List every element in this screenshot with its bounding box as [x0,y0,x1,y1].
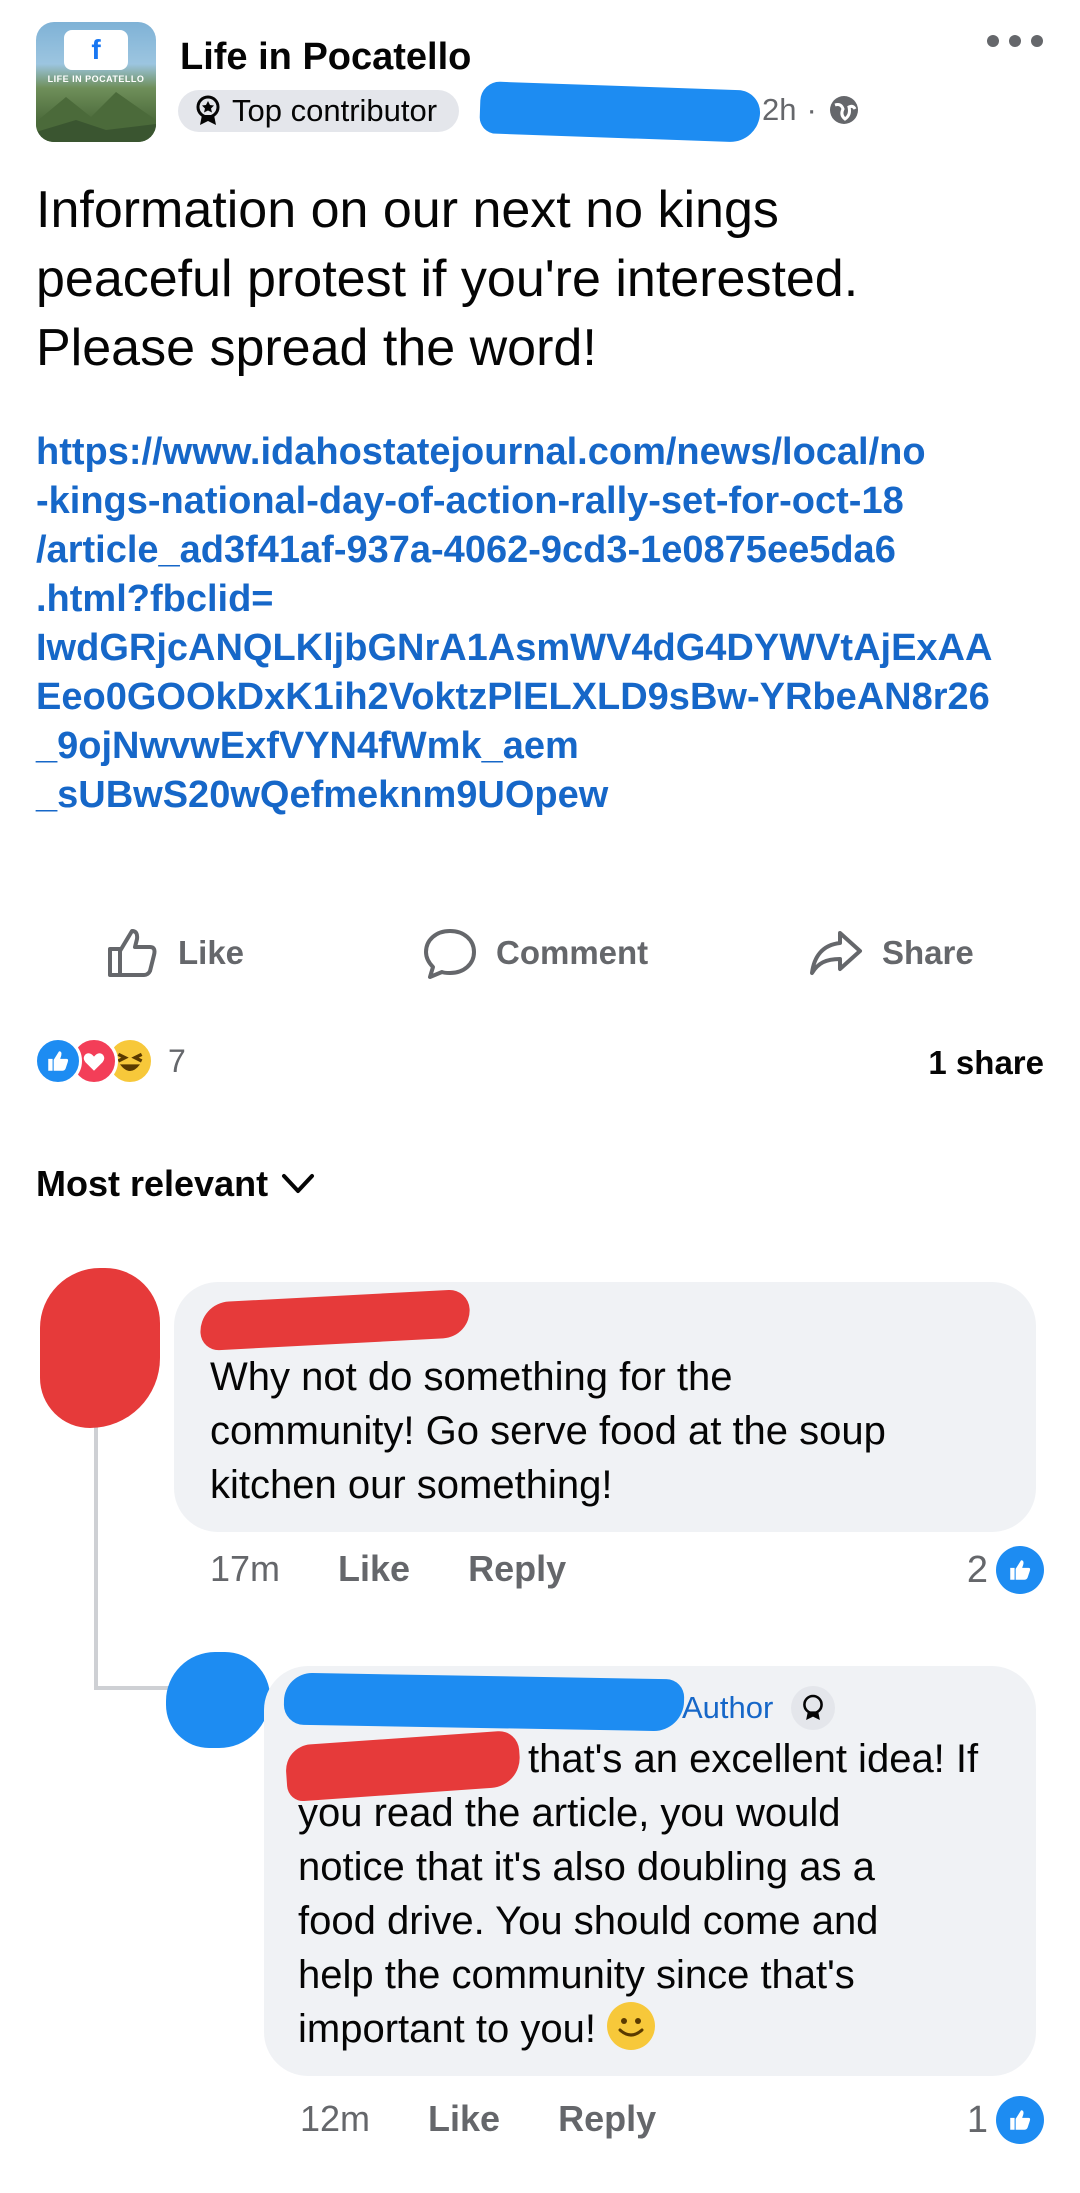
sort-label: Most relevant [36,1163,269,1204]
facebook-logo-icon: f [64,30,128,70]
reply-like-button[interactable]: Like [428,2098,500,2140]
comment-bubble-icon [424,929,476,979]
comment-like-number: 2 [966,1548,988,1591]
post-text: Information on our next no kings peacefu… [36,181,859,377]
share-button[interactable]: Share [808,925,974,981]
author-badge-label: Author [682,1690,774,1725]
reply-reply-button[interactable]: Reply [558,2098,656,2140]
top-contributor-badge[interactable]: Top contributor [178,90,460,132]
like-reaction-icon [34,1037,82,1085]
globe-icon[interactable] [827,93,861,127]
reaction-summary[interactable]: 7 [34,1037,186,1085]
meta-separator: · [806,92,817,127]
post-action-bar: Like Comment Share [0,925,1080,995]
comment-text: Why not do something for the community! … [210,1355,886,1507]
commenter-avatar-redacted[interactable] [40,1268,160,1428]
reply-text: that's an excellent idea! If you read th… [298,1732,1028,2056]
redaction-mark [479,81,761,143]
group-avatar[interactable]: f LIFE IN POCATELLO [36,22,156,142]
thread-line [94,1420,98,1690]
reply-meta: 12m Like Reply [300,2098,714,2140]
comment-reply-button[interactable]: Reply [468,1548,566,1590]
share-label: Share [882,934,974,971]
mountains-icon [36,92,156,142]
post-meta: 2h · [762,92,861,128]
author-badge: Author [682,1686,836,1730]
award-ribbon-icon [791,1686,836,1730]
comment-like-button[interactable]: Like [338,1548,410,1590]
chevron-down-icon [282,1174,315,1193]
like-reaction-icon [996,1546,1044,1594]
share-count[interactable]: 1 share [928,1044,1044,1082]
comment-button[interactable]: Comment [422,925,648,981]
reply-like-number: 1 [966,2098,988,2141]
award-ribbon-icon [196,95,220,125]
redaction-mark [283,1672,685,1732]
like-reaction-icon [996,2096,1044,2144]
smiley-emoji-icon [607,2002,656,2050]
reaction-count: 7 [168,1042,186,1079]
comment-timestamp: 17m [210,1548,281,1589]
badge-label: Top contributor [232,93,438,128]
like-label: Like [178,934,245,971]
like-button[interactable]: Like [104,925,244,981]
share-arrow-icon [810,931,862,975]
author-avatar-redacted[interactable] [166,1652,270,1748]
comment-sort-dropdown[interactable]: Most relevant [36,1163,316,1205]
reply-like-count[interactable]: 1 [967,2096,1044,2144]
post-timestamp[interactable]: 2h [762,92,796,128]
reply-timestamp: 12m [300,2098,371,2139]
comment-label: Comment [496,934,649,971]
comment-like-count[interactable]: 2 [967,1546,1044,1594]
more-dots-icon[interactable] [985,26,1045,56]
thumbs-up-icon [108,929,157,977]
group-name[interactable]: Life in Pocatello [180,36,471,79]
comment-meta: 17m Like Reply [210,1548,624,1590]
post-link[interactable]: https://www.idahostatejournal.com/news/l… [36,428,1066,820]
